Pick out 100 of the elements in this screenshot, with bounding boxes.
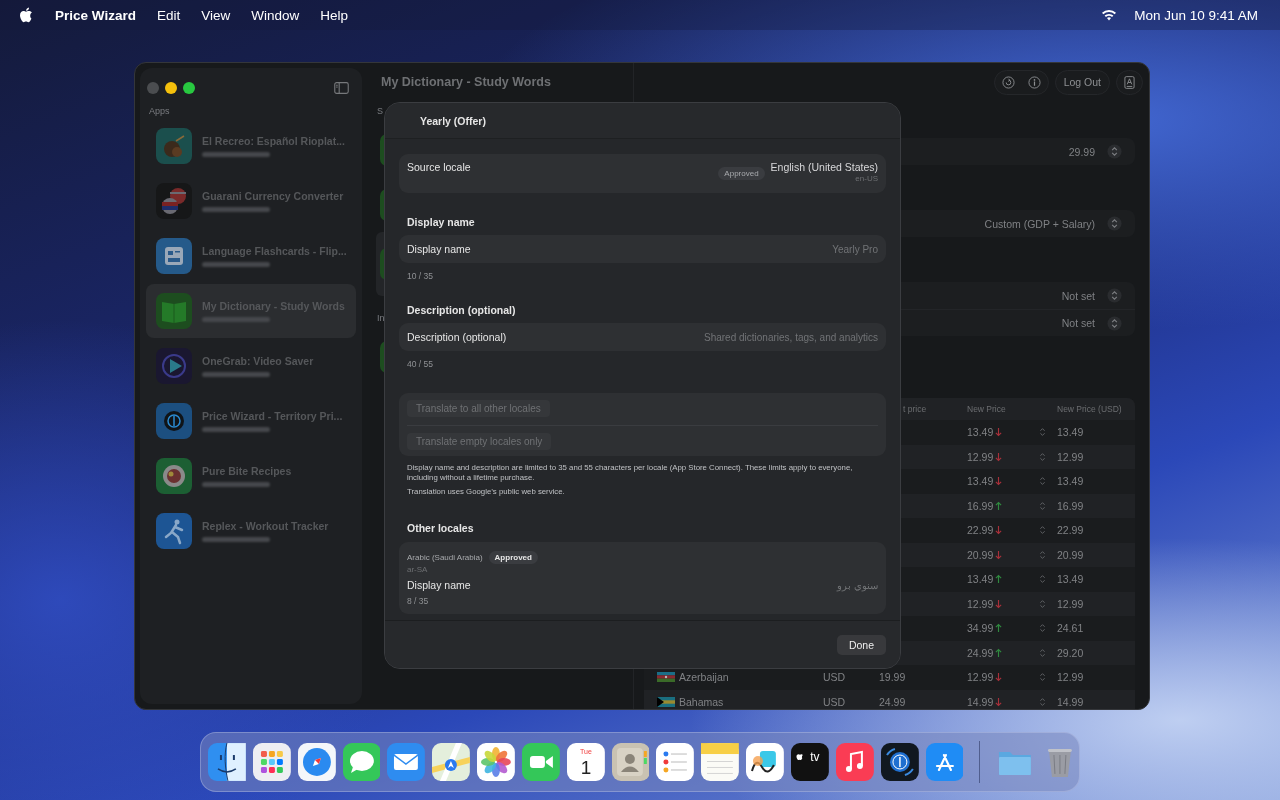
table-cell: 12.99 [967, 671, 994, 684]
stepper-icon[interactable] [1038, 598, 1046, 609]
wifi-icon[interactable] [1101, 9, 1118, 21]
table-cell: 12.99 [967, 450, 994, 463]
envelope-icon[interactable] [387, 743, 426, 781]
stepper-icon[interactable] [1038, 427, 1046, 438]
section-label: S [377, 106, 384, 116]
flower-icon[interactable] [477, 743, 515, 781]
sidebar-toggle-icon[interactable] [334, 82, 349, 94]
close-window-button[interactable] [147, 82, 159, 94]
squiggle-icon[interactable] [746, 743, 784, 781]
video-camera-icon[interactable] [521, 743, 560, 781]
menu-item[interactable]: Window [251, 7, 300, 23]
table-cell: 14.99 [967, 695, 994, 708]
stepper-icon[interactable] [1038, 696, 1046, 707]
content-title: My Dictionary - Study Words [381, 75, 552, 89]
up-down-chevron-icon[interactable] [1107, 315, 1122, 331]
menu-item[interactable]: Help [320, 7, 348, 23]
table-cell: 13.49 [967, 573, 994, 586]
table-cell: Azerbaijan [679, 671, 729, 684]
sidebar-heading: Apps [149, 106, 171, 116]
menu-item[interactable]: Edit [156, 7, 181, 23]
compass-icon[interactable] [297, 743, 336, 781]
table-cell: 13.49 [1057, 426, 1084, 439]
text-field[interactable]: Description (optional) Shared dictionaries, tags, and analytics [399, 323, 886, 351]
up-down-chevron-icon[interactable] [1107, 216, 1122, 231]
menu-item[interactable]: View [201, 7, 231, 23]
speech-bubble-icon[interactable] [342, 743, 381, 781]
stepper-icon[interactable] [1038, 500, 1046, 511]
table-cell: 13.49 [967, 426, 994, 439]
status-badge: Approved [488, 551, 538, 564]
contact-card-icon[interactable] [611, 743, 650, 781]
table-cell: 13.49 [967, 475, 994, 488]
dollar-coin-icon[interactable] [880, 743, 919, 781]
log-out-button[interactable]: Log Out [1054, 69, 1110, 95]
stepper-icon[interactable] [1038, 451, 1046, 462]
field-label: Display name [407, 579, 471, 591]
field-label: Display name [407, 243, 471, 255]
up-down-chevron-icon[interactable] [1107, 288, 1122, 303]
apple-logo-icon[interactable] [19, 7, 33, 23]
stepper-icon[interactable] [1038, 574, 1046, 585]
popup-value[interactable]: Custom (GDP + Salary) [984, 217, 1095, 230]
table-cell: 14.99 [1057, 695, 1084, 708]
table-cell: 20.99 [1057, 548, 1084, 561]
notepad-icon[interactable] [701, 743, 740, 781]
stepper-icon[interactable] [1038, 623, 1046, 634]
table-cell: 16.99 [967, 499, 994, 512]
music-note-icon[interactable] [835, 743, 874, 781]
stepper-icon[interactable] [1038, 647, 1046, 658]
stepper-icon[interactable] [1038, 476, 1046, 487]
app-menu[interactable]: Price Wizard [55, 7, 136, 23]
up-down-chevron-icon[interactable] [1107, 144, 1122, 159]
table-cell: Bahamas [679, 695, 724, 708]
field-label: Source locale [407, 161, 471, 173]
table-cell: 22.99 [967, 524, 994, 537]
table-cell: 16.99 [1057, 499, 1084, 512]
popup-value[interactable]: Not set [1061, 317, 1095, 329]
field-value: Shared dictionaries, tags, and analytics [704, 331, 878, 343]
smiling-face-icon[interactable] [208, 743, 246, 781]
checklist-icon[interactable] [656, 743, 695, 781]
blurred-subtitle [202, 207, 270, 212]
table-cell: 24.99 [879, 695, 906, 708]
stepper-icon[interactable] [1038, 549, 1046, 560]
table-cell: 29.20 [1057, 646, 1084, 659]
minimize-window-button[interactable] [165, 82, 177, 94]
section-heading: Display name [407, 216, 476, 228]
locale-name: English (United States) [770, 161, 878, 173]
address-book-icon[interactable] [1124, 75, 1135, 89]
info-icon[interactable] [1027, 75, 1041, 89]
locale-name: Arabic (Saudi Arabia) [407, 553, 483, 562]
column-header: New Price (USD) [1057, 404, 1122, 414]
column-header: New Price [967, 404, 1007, 414]
popup-value[interactable]: Not set [1061, 289, 1095, 302]
dialog-title: Yearly (Offer) [420, 114, 486, 127]
app-store-icon[interactable] [925, 743, 964, 781]
text-field[interactable]: Display name Yearly Pro [399, 235, 886, 263]
refresh-icon[interactable] [1001, 75, 1015, 89]
map-icon[interactable] [432, 743, 471, 781]
blurred-subtitle [202, 537, 270, 542]
section-heading: Other locales [407, 522, 475, 534]
app-grid-icon[interactable] [252, 743, 291, 781]
done-button[interactable]: Done [837, 634, 886, 655]
table-cell: 24.61 [1057, 622, 1084, 635]
table-cell: 12.99 [1057, 671, 1084, 684]
stepper-icon[interactable] [1038, 525, 1046, 536]
popup-value[interactable]: 29.99 [1068, 145, 1095, 158]
stepper-icon[interactable] [1038, 672, 1046, 683]
table-cell: 12.99 [1057, 597, 1084, 610]
character-counter: 40 / 55 [407, 359, 434, 369]
bahamas-flag-icon [657, 696, 675, 707]
character-counter: 8 / 35 [407, 596, 430, 606]
zoom-window-button[interactable] [183, 82, 195, 94]
table-cell: 20.99 [967, 548, 994, 561]
status-badge: Approved [718, 167, 765, 180]
table-cell: USD [823, 671, 846, 684]
tv-icon[interactable]: tv [790, 743, 829, 781]
table-cell: 13.49 [1057, 475, 1084, 488]
blurred-subtitle [202, 482, 270, 487]
field-value: سنوي برو [837, 579, 878, 591]
menu-bar-clock[interactable]: Mon Jun 10 9:41 AM [1134, 7, 1258, 23]
